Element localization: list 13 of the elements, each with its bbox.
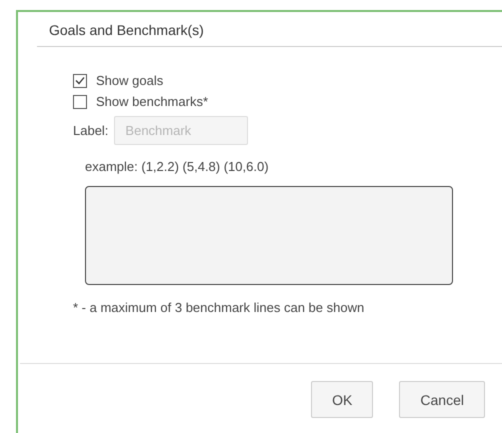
example-text: example: (1,2.2) (5,4.8) (10,6.0) [85,159,270,174]
option-label: Show goals [96,73,164,88]
field-label: Label: [73,123,108,138]
checkbox-option[interactable]: Show goals [73,70,502,91]
option-label: Show benchmarks* [96,94,208,109]
footnote: * - a maximum of 3 benchmark lines can be shown [73,300,366,315]
cancel-button[interactable]: Cancel [399,381,485,418]
dialog-title: Goals and Benchmark(s) [48,21,205,40]
ok-button[interactable]: OK [311,381,374,418]
check-icon [75,76,85,85]
checkbox[interactable] [73,74,87,88]
checkbox[interactable] [73,94,87,108]
checkbox-option[interactable]: Show benchmarks* [73,91,502,112]
